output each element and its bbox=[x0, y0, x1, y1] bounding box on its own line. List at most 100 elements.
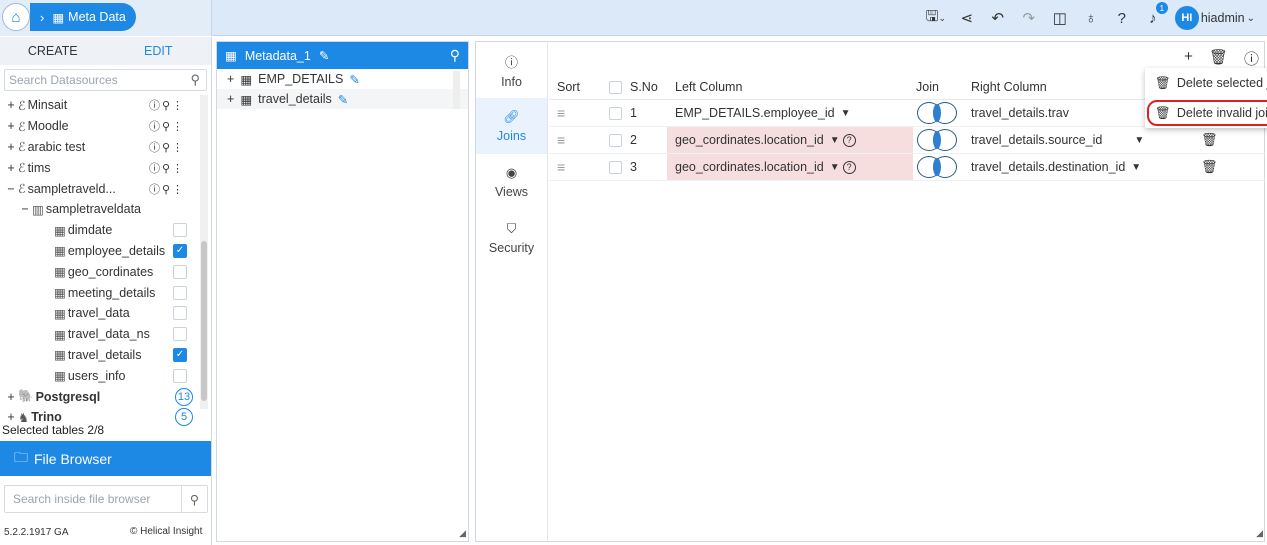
drag-handle-icon[interactable]: ≡ bbox=[557, 154, 565, 180]
delete-invalid-joins-item[interactable]: 🗑︎ Delete invalid joins bbox=[1147, 100, 1267, 126]
tree-item-table[interactable]: ▦ dimdate bbox=[4, 220, 200, 241]
tree-item-sampletravel[interactable]: − ℰ sampletraveld... ⓘ⚲⋮ bbox=[4, 178, 200, 199]
table-checkbox[interactable]: ✓ bbox=[173, 243, 187, 258]
row-actions[interactable]: ⓘ⚲⋮ bbox=[149, 139, 185, 155]
tree-item-moodle[interactable]: + ℰ Moodle ⓘ⚲⋮ bbox=[4, 116, 200, 137]
expand-icon[interactable]: + bbox=[4, 140, 18, 154]
save-icon[interactable]: 🖫 ⌄ bbox=[926, 8, 946, 27]
search-icon[interactable]: ⚲ bbox=[450, 47, 460, 64]
left-column-select[interactable]: geo_cordinates.location_id ▼? bbox=[667, 127, 913, 153]
file-browser-button[interactable]: 🗀 File Browser bbox=[0, 441, 211, 476]
tab-edit[interactable]: EDIT bbox=[106, 37, 212, 65]
postgresql-icon: 🐘 bbox=[18, 389, 34, 404]
expand-icon[interactable]: + bbox=[227, 92, 234, 106]
nav-views[interactable]: ◉ Views bbox=[476, 154, 547, 210]
collapse-icon[interactable]: − bbox=[18, 202, 32, 216]
redo-icon[interactable]: ↷ bbox=[1020, 9, 1038, 27]
help-icon[interactable]: ? bbox=[842, 160, 856, 174]
delete-row-icon[interactable]: 🗑︎ bbox=[1201, 154, 1218, 180]
tree-scrollbar[interactable] bbox=[200, 95, 208, 409]
drag-handle-icon[interactable]: ≡ bbox=[557, 100, 565, 126]
expand-icon[interactable]: + bbox=[227, 72, 234, 86]
right-column-select[interactable]: travel_details.source_id ▼ bbox=[971, 127, 1144, 153]
metadata-table-row[interactable]: + ▦ travel_details ✎ bbox=[217, 89, 468, 109]
search-icon[interactable]: ⚲ bbox=[190, 72, 200, 88]
file-browser-search-input[interactable]: Search inside file browser ⚲ bbox=[4, 485, 208, 513]
table-checkbox[interactable] bbox=[173, 368, 187, 383]
tree-item-table[interactable]: ▦ employee_details ✓ bbox=[4, 241, 200, 262]
nav-security[interactable]: ⛉ Security bbox=[476, 210, 547, 266]
join-type-button[interactable] bbox=[915, 100, 959, 126]
user-menu[interactable]: HI hiadmin ⌄ bbox=[1174, 6, 1255, 30]
drag-handle-icon[interactable]: ≡ bbox=[557, 127, 565, 153]
table-checkbox[interactable] bbox=[173, 306, 187, 321]
tree-item-schema[interactable]: − ▥ sampletraveldata bbox=[4, 199, 200, 220]
edit-icon[interactable]: ✎ bbox=[338, 92, 348, 107]
nav-joins[interactable]: 🔗︎ Joins bbox=[476, 98, 547, 154]
tab-create[interactable]: CREATE bbox=[0, 37, 106, 65]
toolbar-icons: 🖫 ⌄ ⋖ ↶ ↷ ◫ ♁ ? ♪ 1 HI hiadmin ⌄ bbox=[926, 0, 1255, 36]
collapse-icon[interactable]: − bbox=[4, 182, 18, 196]
help-icon[interactable]: ? bbox=[842, 133, 856, 147]
tree-item-table[interactable]: ▦ travel_data bbox=[4, 303, 200, 324]
breadcrumb-metadata[interactable]: › ▦ Meta Data bbox=[30, 3, 136, 31]
metadata-scrollbar[interactable] bbox=[453, 71, 460, 109]
datasource-search-input[interactable]: Search Datasources ⚲ bbox=[4, 69, 207, 91]
metadata-table-row[interactable]: + ▦ EMP_DETAILS ✎ bbox=[217, 69, 468, 89]
table-checkbox[interactable] bbox=[173, 285, 187, 300]
home-button[interactable]: ⌂ bbox=[2, 3, 30, 31]
tree-item-table[interactable]: ▦ geo_cordinates bbox=[4, 261, 200, 282]
right-column-select[interactable]: travel_details.trav bbox=[971, 100, 1069, 126]
tree-item-table[interactable]: ▦ users_info bbox=[4, 365, 200, 386]
header-sort[interactable]: Sort bbox=[557, 75, 580, 99]
bell-icon[interactable]: ♪ 1 bbox=[1144, 2, 1168, 27]
tree-item-table[interactable]: ▦ travel_details ✓ bbox=[4, 345, 200, 366]
right-column-select[interactable]: travel_details.destination_id ▼ bbox=[971, 154, 1141, 180]
expand-icon[interactable]: + bbox=[4, 98, 18, 112]
table-checkbox[interactable] bbox=[173, 223, 187, 238]
row-checkbox[interactable] bbox=[609, 154, 622, 180]
info-icon[interactable]: ⓘ bbox=[1244, 48, 1259, 69]
table-checkbox[interactable] bbox=[173, 327, 187, 342]
tree-item-minsait[interactable]: + ℰ Minsait ⓘ⚲⋮ bbox=[4, 95, 200, 116]
resize-handle-icon[interactable]: ◢ bbox=[1256, 528, 1263, 539]
expand-icon[interactable]: + bbox=[4, 161, 18, 175]
add-icon[interactable]: + bbox=[1184, 48, 1193, 69]
tree-item-table[interactable]: ▦ meeting_details bbox=[4, 282, 200, 303]
expand-icon[interactable]: + bbox=[4, 119, 18, 133]
tree-item-arabic-test[interactable]: + ℰ arabic test ⓘ⚲⋮ bbox=[4, 137, 200, 158]
select-all-checkbox[interactable] bbox=[609, 75, 622, 99]
edit-icon[interactable]: ✎ bbox=[319, 48, 329, 63]
expand-icon[interactable]: + bbox=[4, 390, 18, 404]
tree-item-table[interactable]: ▦ travel_data_ns bbox=[4, 324, 200, 345]
left-column-select[interactable]: geo_cordinates.location_id ▼? bbox=[667, 154, 913, 180]
row-actions[interactable]: ⓘ⚲⋮ bbox=[149, 118, 185, 134]
row-actions[interactable]: ⓘ⚲⋮ bbox=[149, 181, 185, 197]
left-column-select[interactable]: EMP_DETAILS.employee_id ▼ bbox=[667, 100, 913, 126]
lightbulb-icon[interactable]: ♁ bbox=[1082, 9, 1100, 27]
search-icon[interactable]: ⚲ bbox=[181, 486, 207, 512]
row-checkbox[interactable] bbox=[609, 100, 622, 126]
join-type-button[interactable] bbox=[915, 127, 959, 153]
layout-icon[interactable]: ◫ bbox=[1051, 9, 1069, 27]
tree-item-label: Moodle bbox=[27, 119, 69, 134]
tree-item-tims[interactable]: + ℰ tims ⓘ⚲⋮ bbox=[4, 157, 200, 178]
resize-handle-icon[interactable]: ◢ bbox=[459, 528, 466, 539]
nav-info[interactable]: ⓘ Info bbox=[476, 42, 547, 98]
undo-icon[interactable]: ↶ bbox=[989, 9, 1007, 27]
edit-icon[interactable]: ✎ bbox=[349, 72, 359, 87]
scrollbar-thumb[interactable] bbox=[201, 241, 207, 401]
trash-icon[interactable]: 🗑︎ bbox=[1209, 48, 1228, 69]
row-checkbox[interactable] bbox=[609, 127, 622, 153]
help-icon[interactable]: ? bbox=[1113, 9, 1131, 27]
tree-item-label: travel_details bbox=[67, 347, 142, 362]
table-checkbox[interactable]: ✓ bbox=[173, 347, 187, 362]
row-actions[interactable]: ⓘ⚲⋮ bbox=[149, 97, 185, 113]
delete-selected-joins-item[interactable]: 🗑︎ Delete selected joins bbox=[1145, 70, 1267, 96]
join-type-button[interactable] bbox=[915, 154, 959, 180]
share-icon[interactable]: ⋖ bbox=[958, 9, 976, 27]
table-checkbox[interactable] bbox=[173, 264, 187, 279]
delete-row-icon[interactable]: 🗑︎ bbox=[1201, 127, 1218, 153]
tree-item-postgresql[interactable]: + 🐘 Postgresql 13 bbox=[4, 386, 200, 407]
row-actions[interactable]: ⓘ⚲⋮ bbox=[149, 160, 185, 176]
